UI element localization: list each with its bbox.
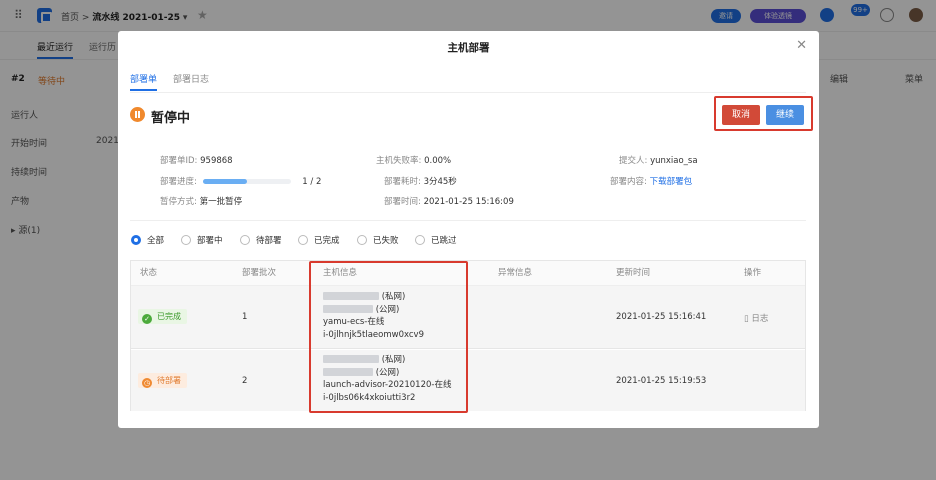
table-row: ✓ 已完成 1 (私网) (公网) yamu-ecs-在线 i-0jlhnjk5t… (131, 286, 805, 349)
radio-dot (298, 235, 308, 245)
filter-failed[interactable]: 已失败 (357, 234, 399, 246)
check-icon: ✓ (142, 314, 152, 324)
filter-label: 已失败 (373, 236, 399, 246)
radio-dot (357, 235, 367, 245)
deploy-id-field: 部署单ID: 959868 (160, 154, 233, 166)
content-field: 部署内容: 下载部署包 (610, 175, 692, 187)
status-text: 待部署 (157, 376, 181, 385)
progress-bar (202, 179, 291, 184)
filter-all[interactable]: 全部 (131, 234, 164, 246)
pause-mode-label: 暂停方式: (160, 197, 197, 207)
tab-deploy-order[interactable]: 部署单 (130, 72, 158, 91)
filter-pending[interactable]: 待部署 (240, 234, 282, 246)
deploy-progress-label: 部署进度: (160, 177, 197, 187)
filter-deploying[interactable]: 部署中 (181, 234, 223, 246)
log-label: 日志 (751, 314, 769, 324)
status-badge: ✓ 已完成 (138, 309, 187, 324)
batch-number: 2 (242, 376, 248, 386)
deploy-time-label: 部署时间: (384, 197, 421, 207)
action-buttons-highlight: 取消 继续 (714, 96, 813, 131)
filter-skipped[interactable]: 已跳过 (415, 234, 457, 246)
deploy-progress-field: 部署进度: 1 / 2 (160, 175, 321, 187)
duration-field: 部署耗时: 3分45秒 (384, 175, 457, 187)
fail-rate-field: 主机失败率: 0.00% (376, 154, 451, 166)
filter-label: 已跳过 (431, 236, 457, 246)
state-text: 暂停中 (151, 111, 191, 126)
duration-value: 3分45秒 (423, 177, 457, 187)
status-badge: ◷ 待部署 (138, 373, 187, 388)
filter-label: 部署中 (197, 236, 223, 246)
fail-rate-label: 主机失败率: (376, 156, 422, 166)
deploy-time-value: 2021-01-25 15:16:09 (423, 197, 514, 207)
host-info-highlight (309, 261, 468, 413)
pause-icon (130, 107, 145, 122)
submitter-field: 提交人: yunxiao_sa (619, 154, 698, 166)
radio-dot (181, 235, 191, 245)
pause-mode-field: 暂停方式: 第一批暂停 (160, 195, 242, 207)
pause-mode-value: 第一批暂停 (199, 197, 243, 207)
document-icon: ▯ (744, 314, 749, 324)
cancel-button[interactable]: 取消 (722, 105, 760, 125)
deploy-id-label: 部署单ID: (160, 156, 198, 166)
deploy-id-value: 959868 (200, 156, 233, 166)
view-log-link[interactable]: ▯ 日志 (744, 312, 768, 324)
col-status: 状态 (140, 268, 158, 278)
close-icon[interactable]: ✕ (796, 38, 807, 53)
tab-deploy-log[interactable]: 部署日志 (173, 72, 209, 85)
radio-dot (131, 235, 141, 245)
modal-title: 主机部署 (447, 42, 490, 54)
radio-dot (415, 235, 425, 245)
progress-fill (202, 179, 247, 184)
deploy-time-field: 部署时间: 2021-01-25 15:16:09 (384, 195, 514, 207)
download-package-link[interactable]: 下载部署包 (650, 177, 693, 187)
batch-number: 1 (242, 312, 248, 322)
content-label: 部署内容: (610, 177, 647, 187)
filter-label: 待部署 (256, 236, 282, 246)
filter-completed[interactable]: 已完成 (298, 234, 340, 246)
col-updated: 更新时间 (616, 268, 651, 278)
fail-rate-value: 0.00% (424, 156, 452, 166)
clock-icon: ◷ (142, 378, 152, 388)
duration-label: 部署耗时: (384, 177, 421, 187)
submitter-label: 提交人: (619, 156, 648, 166)
table-row: ◷ 待部署 2 (私网) (公网) launch-advisor-20210120… (131, 350, 805, 411)
tab-divider (130, 92, 806, 93)
radio-dot (240, 235, 250, 245)
filter-label: 已完成 (314, 236, 340, 246)
filter-label: 全部 (147, 236, 165, 246)
col-error-info: 异常信息 (498, 268, 533, 278)
updated-time: 2021-01-25 15:16:41 (616, 312, 707, 322)
submitter-value: yunxiao_sa (650, 156, 698, 166)
status-text: 已完成 (157, 312, 181, 321)
col-actions: 操作 (744, 268, 762, 278)
table-header: 状态 部署批次 主机信息 异常信息 更新时间 操作 (131, 261, 805, 286)
updated-time: 2021-01-25 15:19:53 (616, 376, 707, 386)
progress-text: 1 / 2 (302, 177, 322, 187)
col-batch: 部署批次 (242, 268, 277, 278)
deploy-batch-table: 状态 部署批次 主机信息 异常信息 更新时间 操作 ✓ 已完成 1 (私网) (公… (130, 260, 806, 411)
host-deploy-modal: 主机部署 ✕ 部署单 部署日志 暂停中 取消 继续 部署单ID: 959868 … (118, 31, 819, 428)
section-divider (130, 220, 806, 221)
continue-button[interactable]: 继续 (766, 105, 804, 125)
